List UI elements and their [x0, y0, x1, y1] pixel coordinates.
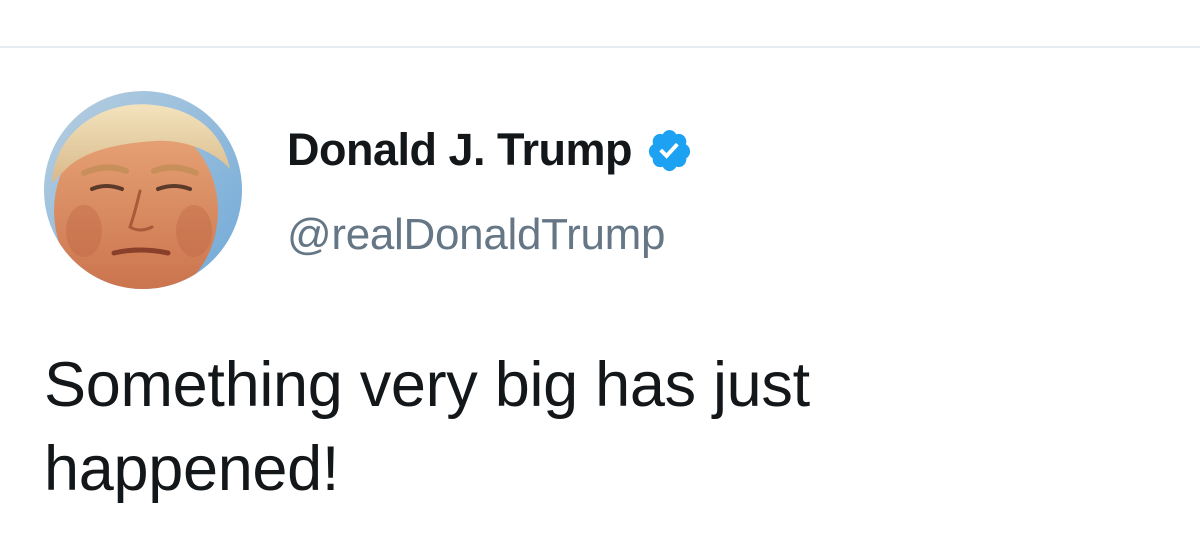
display-name[interactable]: Donald J. Trump — [287, 124, 633, 176]
tweet-text: Something very big has just happened! — [44, 350, 810, 504]
avatar-image — [44, 91, 242, 289]
tweet-header: Donald J. Trump @realDonaldTrump — [287, 120, 693, 260]
avatar[interactable] — [44, 91, 242, 289]
verified-badge-icon — [646, 127, 693, 174]
name-row: Donald J. Trump — [287, 120, 693, 180]
top-divider — [0, 46, 1200, 48]
user-handle[interactable]: @realDonaldTrump — [287, 210, 693, 260]
tweet-card: Donald J. Trump @realDonaldTrump Somethi… — [0, 0, 1200, 541]
